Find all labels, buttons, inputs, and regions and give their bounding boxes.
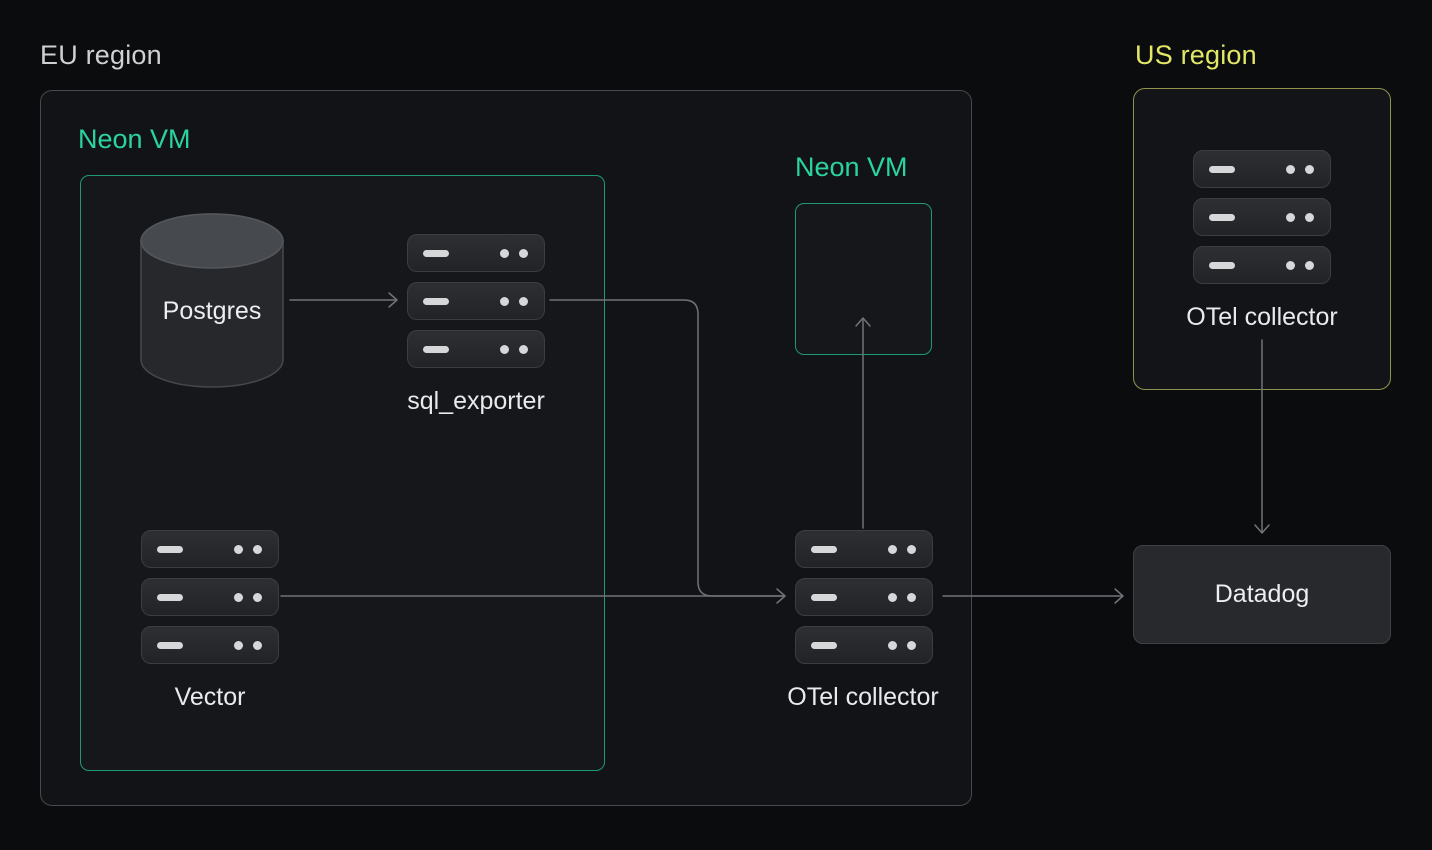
otel-collector-us-label: OTel collector [1162,303,1362,332]
server-row [795,626,933,664]
server-dash-icon [423,250,449,257]
neon-vm-main-label: Neon VM [78,124,191,155]
datadog-label: Datadog [1215,580,1310,609]
otel-collector-eu-servers [795,530,933,664]
server-leds-icon [234,545,262,554]
otel-collector-us-servers [1193,150,1331,284]
server-row [795,530,933,568]
server-dash-icon [1209,166,1235,173]
server-leds-icon [888,545,916,554]
server-row [407,330,545,368]
us-region-label: US region [1135,40,1257,71]
server-leds-icon [1286,213,1314,222]
server-row [141,578,279,616]
server-row [1193,198,1331,236]
postgres-label: Postgres [139,297,285,326]
server-dash-icon [1209,262,1235,269]
server-dash-icon [811,594,837,601]
server-leds-icon [500,345,528,354]
server-leds-icon [500,297,528,306]
diagram-canvas: EU region Neon VM Neon VM US region Post… [0,0,1432,850]
neon-vm-secondary-box [795,203,932,355]
sql-exporter-label: sql_exporter [376,387,576,416]
server-dash-icon [811,642,837,649]
server-row [1193,150,1331,188]
server-leds-icon [888,593,916,602]
server-row [795,578,933,616]
server-dash-icon [1209,214,1235,221]
server-leds-icon [888,641,916,650]
server-leds-icon [234,641,262,650]
server-dash-icon [423,346,449,353]
server-row [1193,246,1331,284]
sql-exporter-servers [407,234,545,368]
server-dash-icon [157,546,183,553]
server-leds-icon [234,593,262,602]
server-dash-icon [157,594,183,601]
server-dash-icon [811,546,837,553]
vector-label: Vector [110,683,310,712]
server-dash-icon [157,642,183,649]
arrowhead-down-icon [1255,525,1269,533]
server-leds-icon [1286,261,1314,270]
eu-region-label: EU region [40,40,162,71]
server-row [407,282,545,320]
arrowhead-right-icon [1115,589,1123,603]
server-row [141,626,279,664]
server-leds-icon [1286,165,1314,174]
server-row [407,234,545,272]
server-row [141,530,279,568]
otel-collector-eu-label: OTel collector [763,683,963,712]
neon-vm-secondary-label: Neon VM [795,152,908,183]
server-leds-icon [500,249,528,258]
vector-servers [141,530,279,664]
server-dash-icon [423,298,449,305]
datadog-node: Datadog [1133,545,1391,644]
